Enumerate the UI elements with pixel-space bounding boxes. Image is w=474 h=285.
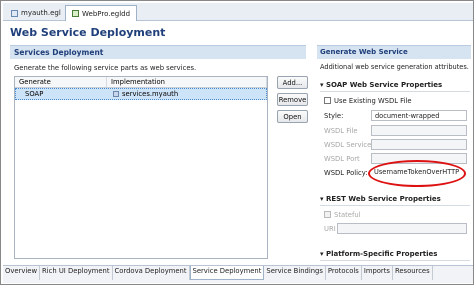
rest-properties-title[interactable]: ▾ REST Web Service Properties: [320, 195, 441, 203]
wsdl-file-field[interactable]: [371, 125, 467, 136]
section-description: Additional web service generation attrib…: [320, 63, 469, 71]
wsdl-service-field[interactable]: [371, 139, 467, 150]
soap-properties-title[interactable]: ▾ SOAP Web Service Properties: [320, 81, 442, 89]
use-existing-wsdl-label: Use Existing WSDL File: [334, 97, 412, 105]
section-description: Generate the following service parts as …: [14, 64, 197, 72]
tab-imports[interactable]: Imports: [362, 266, 393, 280]
column-header-generate[interactable]: Generate: [15, 77, 107, 87]
wsdl-port-label: WSDL Port: [324, 155, 360, 163]
remove-button[interactable]: Remove: [277, 93, 308, 106]
tab-rich-ui-deployment[interactable]: Rich UI Deployment: [40, 266, 113, 280]
style-select[interactable]: document-wrapped: [371, 110, 467, 121]
highlight-ellipse: [368, 160, 466, 187]
page-title: Web Service Deployment: [10, 26, 166, 39]
tab-myauth-egl[interactable]: myauth.egl: [5, 5, 67, 21]
stateful-label: Stateful: [334, 211, 361, 219]
wsdl-file-label: WSDL File: [324, 127, 358, 135]
rest-title-label: REST Web Service Properties: [325, 195, 441, 203]
open-button[interactable]: Open: [277, 110, 308, 123]
table-header: Generate Implementation: [15, 77, 267, 88]
section-header: Services Deployment: [10, 45, 306, 59]
divider: [320, 91, 470, 92]
section-header: Generate Web Service: [317, 45, 471, 59]
bottom-tab-strip: Overview Rich UI Deployment Cordova Depl…: [3, 265, 473, 283]
platform-title-label: Platform-Specific Properties: [325, 250, 438, 258]
tab-protocols[interactable]: Protocols: [326, 266, 362, 280]
services-table: Generate Implementation SOAP services.my…: [14, 76, 268, 259]
deployment-file-icon: [72, 10, 79, 17]
tab-service-deployment[interactable]: Service Deployment: [189, 266, 265, 280]
stateful-checkbox[interactable]: [324, 211, 331, 218]
platform-properties-title[interactable]: ▾ Platform-Specific Properties: [320, 250, 437, 258]
cell-implementation: services.myauth: [108, 90, 266, 98]
style-label: Style:: [324, 112, 344, 120]
tab-cordova-deployment[interactable]: Cordova Deployment: [113, 266, 190, 280]
table-row[interactable]: SOAP services.myauth: [15, 88, 267, 100]
wsdl-policy-label: WSDL Policy:: [324, 169, 368, 177]
tab-label: myauth.egl: [21, 9, 61, 17]
tab-webpro-egldd[interactable]: WebPro.egldd: [65, 5, 138, 21]
wsdl-service-label: WSDL Service: [324, 141, 372, 149]
services-deployment-section: Services Deployment Generate the followi…: [10, 45, 308, 263]
add-button[interactable]: Add...: [277, 76, 308, 89]
tab-overview[interactable]: Overview: [3, 266, 40, 280]
uri-label: URI: [324, 225, 336, 233]
divider: [320, 205, 470, 206]
editor-tab-strip: myauth.egl WebPro.egldd: [3, 3, 473, 21]
column-header-implementation[interactable]: Implementation: [107, 77, 267, 87]
tab-service-bindings[interactable]: Service Bindings: [264, 266, 326, 280]
service-icon: [113, 91, 119, 97]
use-existing-wsdl-checkbox[interactable]: [324, 97, 331, 104]
generate-web-service-section: Generate Web Service Additional web serv…: [317, 45, 471, 263]
editor-window: myauth.egl WebPro.egldd Web Service Depl…: [0, 0, 474, 285]
tab-resources[interactable]: Resources: [393, 266, 433, 280]
tab-label: WebPro.egldd: [82, 9, 131, 18]
implementation-label: services.myauth: [122, 90, 179, 98]
egl-file-icon: [11, 9, 18, 17]
soap-title-label: SOAP Web Service Properties: [325, 81, 443, 89]
uri-field[interactable]: [337, 223, 467, 234]
cell-generate: SOAP: [25, 90, 44, 98]
divider: [320, 260, 470, 261]
